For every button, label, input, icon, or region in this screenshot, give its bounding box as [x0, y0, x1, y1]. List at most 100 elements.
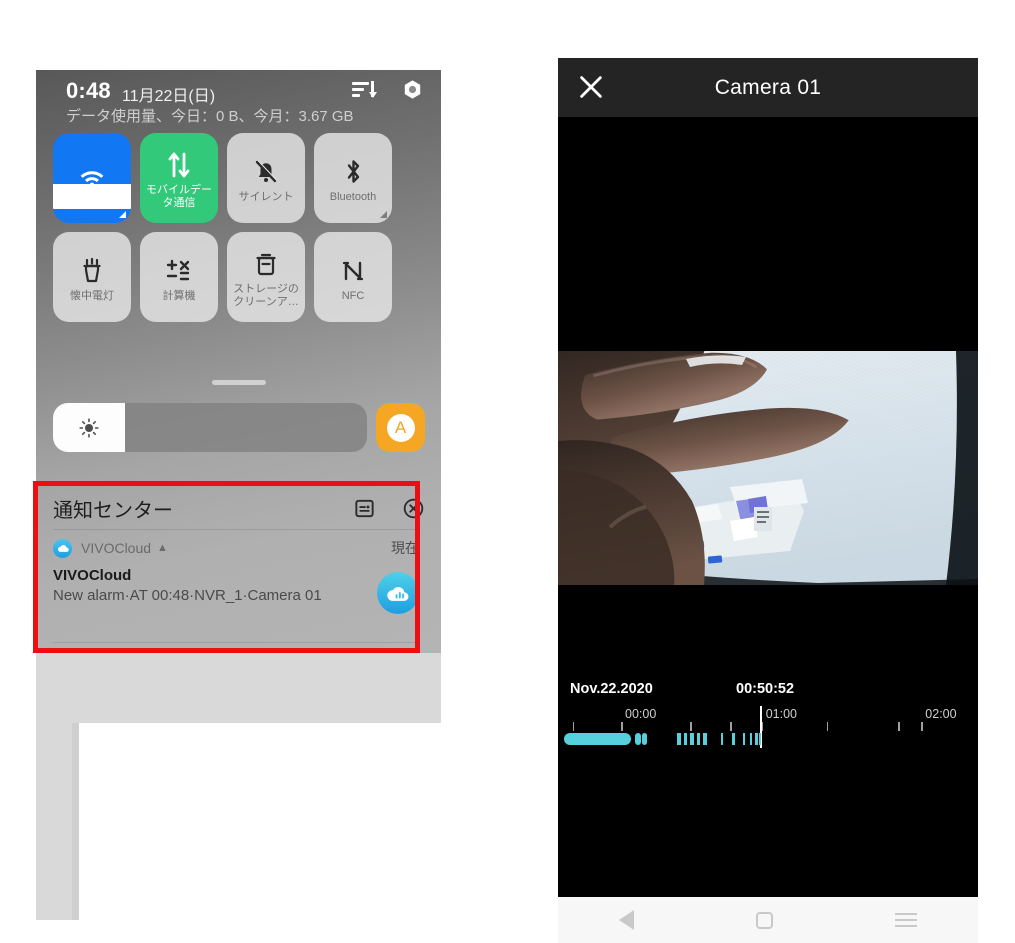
vivocloud-icon	[53, 538, 72, 558]
timeline-minor-tick	[921, 722, 923, 731]
timeline-track[interactable]	[558, 706, 978, 748]
timeline-recording-segment	[564, 733, 632, 745]
timeline-recording-segment	[642, 733, 648, 745]
camera-header: Camera 01	[558, 58, 978, 117]
timeline-tick-label: 00:00	[625, 707, 657, 721]
list-edit-icon[interactable]	[352, 78, 377, 100]
timeline-recording-segment	[690, 733, 695, 745]
notification-title: VIVOCloud	[53, 567, 132, 584]
video-stage[interactable]: 31 x1.0 Nov.22.2020 00:50:52 00:0001:000…	[558, 117, 978, 789]
right-phone-screenshot: Camera 01 Nov.22.2020 00:50:52 00:00 01:…	[558, 58, 978, 943]
notification-item[interactable]: VIVOCloud ▲ 現在 VIVOCloud New alarm·AT 00…	[53, 536, 419, 636]
tile-storage-cleanup[interactable]: ストレージのクリーンア…	[227, 232, 305, 322]
redaction-bar	[53, 184, 131, 209]
tile-calculator[interactable]: 計算機	[140, 232, 218, 322]
home-square-icon[interactable]	[756, 911, 773, 929]
tile-bluetooth[interactable]: Bluetooth	[314, 133, 392, 223]
bluetooth-icon	[344, 155, 363, 189]
calculator-icon	[166, 254, 192, 288]
timeline-recording-segment	[703, 733, 708, 745]
notification-app-name: VIVOCloud	[81, 540, 152, 556]
header-icon-group	[352, 78, 423, 100]
timeline-recording-segment	[742, 733, 746, 745]
flashlight-icon	[81, 254, 103, 288]
timeline-recording-segment	[677, 733, 681, 745]
brightness-slider[interactable]	[53, 403, 367, 452]
timeline-recording-segment	[683, 733, 688, 745]
close-icon[interactable]	[576, 72, 606, 102]
tile-wifi[interactable]	[53, 133, 131, 223]
brightness-slider-fill	[53, 403, 125, 452]
timeline-recording-segment	[754, 733, 758, 745]
notification-center-header: 通知センター	[53, 494, 425, 523]
timeline-minor-tick	[898, 722, 900, 731]
tile-flashlight[interactable]: 懐中電灯	[53, 232, 131, 322]
screenshot-root: 0:48 11月22日(日) データ使用量、今日：0 B、今月：3.67 GB	[0, 0, 1015, 943]
tile-label: NFC	[341, 289, 365, 302]
tile-expand-corner[interactable]	[380, 211, 387, 218]
bell-off-icon	[254, 155, 278, 189]
timeline-date: Nov.22.2020	[570, 681, 653, 697]
auto-brightness-button[interactable]: A	[376, 403, 425, 452]
status-time: 0:48	[66, 78, 111, 103]
brightness-icon	[79, 417, 99, 438]
timeline-recording-segment	[697, 733, 701, 745]
trash-icon	[255, 247, 277, 281]
timeline-minor-tick	[826, 722, 829, 731]
notification-center: 通知センター VIVOCloud ▲ 現在 VIVOCloud New alar…	[36, 480, 441, 653]
nfc-icon	[341, 254, 365, 288]
clear-all-icon[interactable]	[402, 497, 425, 520]
timeline-tick-label: 01:00	[765, 707, 797, 721]
notification-timestamp: 現在	[391, 540, 419, 556]
brightness-row: A	[53, 403, 425, 452]
timeline-recording-segment	[749, 733, 753, 745]
timeline-current-time: 00:50:52	[736, 681, 795, 697]
recents-menu-icon[interactable]	[895, 913, 917, 927]
tile-label: Bluetooth	[329, 190, 377, 203]
timeline-minor-tick	[690, 722, 692, 731]
auto-brightness-label: A	[386, 413, 415, 442]
panel-drag-handle[interactable]	[211, 380, 266, 385]
tile-nfc[interactable]: NFC	[314, 232, 392, 322]
timeline-tick-label: 02:00	[925, 707, 957, 721]
system-navbar	[558, 897, 978, 943]
timeline-recording-segment	[720, 733, 724, 745]
timeline-recording-segment	[759, 733, 762, 745]
notification-header-divider	[53, 529, 419, 530]
tile-label: モバイルデータ通信	[146, 184, 212, 209]
tile-label: ストレージのクリーンア…	[233, 283, 299, 308]
timeline: Nov.22.2020 00:50:52 00:00 01:00 02:00	[558, 675, 978, 789]
quick-settings-panel: 0:48 11月22日(日) データ使用量、今日：0 B、今月：3.67 GB	[36, 70, 441, 653]
camera-video-frame	[558, 351, 978, 585]
back-triangle-icon[interactable]	[619, 910, 634, 930]
tile-expand-corner[interactable]	[119, 211, 126, 218]
notification-history-icon[interactable]	[353, 497, 376, 520]
notification-body: New alarm·AT 00:48·NVR_1·Camera 01	[53, 587, 322, 604]
vivocloud-cloud-icon	[377, 572, 419, 614]
camera-title: Camera 01	[714, 75, 822, 99]
quick-settings-tiles: モバイルデータ通信 サイレント Bluetooth 懐中電灯 計算機 ストレージ…	[53, 133, 425, 322]
notification-bottom-divider	[53, 642, 419, 643]
tile-label: 懐中電灯	[70, 289, 114, 302]
status-date: 11月22日(日)	[122, 88, 216, 105]
timeline-recording-segment	[732, 733, 735, 745]
notification-app-row: VIVOCloud ▲ 現在	[53, 536, 419, 560]
timeline-minor-tick	[572, 722, 575, 731]
left-edge-shadow	[72, 723, 79, 920]
tile-label: 計算機	[162, 289, 196, 302]
gear-icon[interactable]	[402, 79, 423, 100]
tile-mobile-data[interactable]: モバイルデータ通信	[140, 133, 218, 223]
data-usage-text: データ使用量、今日：0 B、今月：3.67 GB	[66, 108, 354, 125]
tile-label: サイレント	[238, 190, 294, 203]
tile-silent[interactable]: サイレント	[227, 133, 305, 223]
mobile-data-icon	[167, 148, 191, 182]
timeline-recording-segment	[634, 733, 641, 745]
notification-center-title: 通知センター	[53, 500, 173, 522]
blank-content-area	[72, 723, 441, 920]
timeline-minor-tick	[761, 722, 764, 731]
left-phone-screenshot: 0:48 11月22日(日) データ使用量、今日：0 B、今月：3.67 GB	[36, 70, 441, 920]
timeline-minor-tick	[730, 722, 732, 731]
status-header: 0:48 11月22日(日) データ使用量、今日：0 B、今月：3.67 GB	[36, 70, 441, 132]
timeline-minor-tick	[621, 722, 623, 731]
chevron-up-icon[interactable]: ▲	[157, 542, 168, 554]
